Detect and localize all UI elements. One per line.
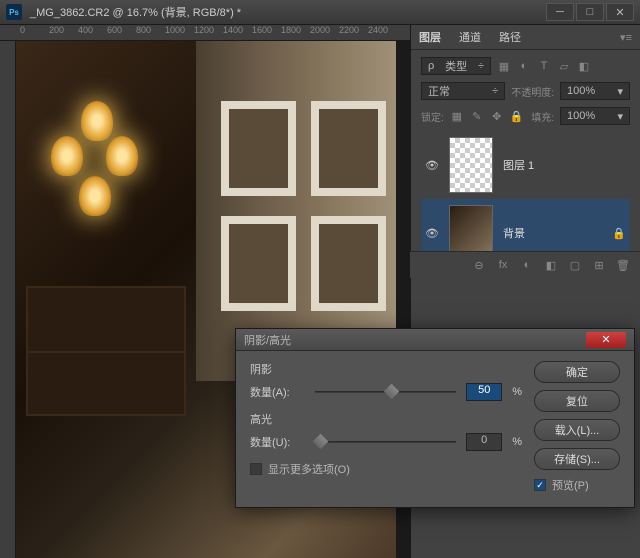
title-bar: Ps _MG_3862.CR2 @ 16.7% (背景, RGB/8*) * ─… [0, 0, 640, 25]
lock-paint-icon[interactable]: ✎ [470, 109, 484, 123]
panel-menu-icon[interactable]: ▾≡ [620, 31, 632, 44]
delete-icon[interactable]: 🗑 [616, 258, 630, 272]
filter-smart-icon[interactable]: ◧ [577, 59, 591, 73]
reset-button[interactable]: 复位 [534, 390, 620, 412]
filter-image-icon[interactable]: ▦ [497, 59, 511, 73]
ruler-horizontal[interactable]: 0 200 400 600 800 1000 1200 1400 1600 18… [0, 25, 410, 41]
lock-move-icon[interactable]: ✥ [490, 109, 504, 123]
new-layer-icon[interactable]: ⊞ [592, 258, 606, 272]
lock-label: 锁定: [421, 109, 444, 124]
dialog-close-button[interactable]: ✕ [586, 332, 626, 348]
percent-label: % [512, 436, 522, 448]
shadows-amount-label: 数量(A): [250, 384, 305, 400]
minimize-button[interactable]: ─ [546, 3, 574, 21]
lock-all-icon[interactable]: 🔒 [510, 109, 524, 123]
highlights-heading: 高光 [250, 411, 522, 427]
tab-channels[interactable]: 通道 [459, 29, 481, 45]
preview-checkbox[interactable] [534, 479, 546, 491]
layer-name[interactable]: 背景 [503, 225, 525, 241]
opacity-label: 不透明度: [511, 84, 554, 99]
preview-label[interactable]: 预览(P) [552, 477, 589, 493]
lock-trans-icon[interactable]: ▦ [450, 109, 464, 123]
blend-mode-dropdown[interactable]: 正常÷ [421, 82, 505, 100]
adjustment-icon[interactable]: ◧ [544, 258, 558, 272]
shadows-highlights-dialog: 阴影/高光 ✕ 阴影 数量(A): 50 % 高光 数量(U): [235, 328, 635, 508]
lock-icon: 🔒 [612, 227, 626, 240]
save-button[interactable]: 存储(S)... [534, 448, 620, 470]
shadows-heading: 阴影 [250, 361, 522, 377]
layers-footer: ⊖ fx ◐ ◧ ▢ ⊞ 🗑 [410, 251, 640, 278]
highlights-slider[interactable] [315, 434, 456, 450]
group-icon[interactable]: ▢ [568, 258, 582, 272]
shadows-slider[interactable] [315, 384, 456, 400]
filter-adjust-icon[interactable]: ◐ [517, 59, 531, 73]
opacity-input[interactable]: 100%▾ [560, 82, 630, 100]
shadows-amount-input[interactable]: 50 [466, 383, 502, 401]
maximize-button[interactable]: □ [576, 3, 604, 21]
fill-label: 填充: [531, 109, 554, 124]
ok-button[interactable]: 确定 [534, 361, 620, 383]
layer-thumbnail[interactable] [449, 137, 493, 193]
layer-item[interactable]: 👁 图层 1 [421, 131, 630, 199]
layer-name[interactable]: 图层 1 [503, 157, 534, 173]
visibility-icon[interactable]: 👁 [425, 227, 439, 240]
highlights-amount-input[interactable]: 0 [466, 433, 502, 451]
mask-icon[interactable]: ◐ [520, 258, 534, 272]
filter-kind-dropdown[interactable]: ρ类型÷ [421, 57, 491, 75]
layers-list: 👁 图层 1 👁 背景 🔒 [421, 131, 630, 267]
app-icon: Ps [6, 4, 22, 20]
more-options-checkbox[interactable] [250, 463, 262, 475]
percent-label: % [512, 386, 522, 398]
fx-icon[interactable]: fx [496, 258, 510, 272]
highlights-amount-label: 数量(U): [250, 434, 305, 450]
more-options-label[interactable]: 显示更多选项(O) [268, 461, 350, 477]
close-button[interactable]: ✕ [606, 3, 634, 21]
load-button[interactable]: 载入(L)... [534, 419, 620, 441]
link-icon[interactable]: ⊖ [472, 258, 486, 272]
document-title: _MG_3862.CR2 @ 16.7% (背景, RGB/8*) * [30, 4, 546, 20]
dialog-titlebar[interactable]: 阴影/高光 ✕ [236, 329, 634, 351]
ruler-vertical[interactable] [0, 41, 16, 558]
filter-shape-icon[interactable]: ▱ [557, 59, 571, 73]
dialog-title: 阴影/高光 [244, 332, 291, 348]
panel-tabs: 图层 通道 路径 ▾≡ [411, 25, 640, 50]
filter-text-icon[interactable]: T [537, 59, 551, 73]
visibility-icon[interactable]: 👁 [425, 159, 439, 172]
tab-layers[interactable]: 图层 [419, 29, 441, 45]
tab-paths[interactable]: 路径 [499, 29, 521, 45]
fill-input[interactable]: 100%▾ [560, 107, 630, 125]
